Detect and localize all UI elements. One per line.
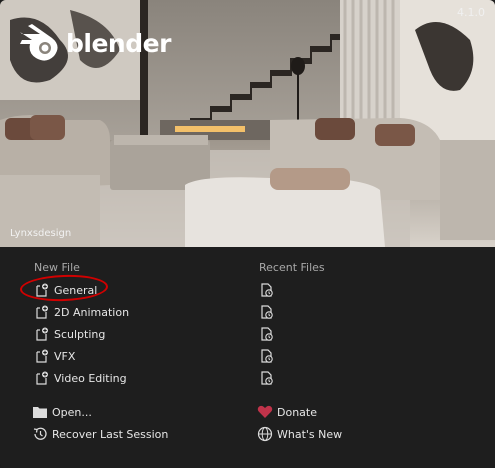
- recent-files-column: Recent Files: [259, 261, 325, 389]
- new-file-video-editing[interactable]: Video Editing: [34, 367, 129, 389]
- heart-icon: [257, 404, 273, 420]
- recent-file-item[interactable]: [259, 345, 325, 367]
- bottom-left-actions: Open... Recover Last Session: [32, 401, 168, 445]
- new-file-general[interactable]: General: [34, 279, 129, 301]
- new-file-icon: [34, 348, 50, 364]
- open-button[interactable]: Open...: [32, 401, 168, 423]
- new-file-vfx-label: VFX: [54, 349, 76, 363]
- bottom-right-actions: Donate What's New: [257, 401, 342, 445]
- recent-file-item[interactable]: [259, 367, 325, 389]
- blender-logo-icon: [20, 24, 58, 61]
- open-label: Open...: [52, 405, 92, 419]
- recent-file-item[interactable]: [259, 279, 325, 301]
- new-file-icon: [34, 304, 50, 320]
- splash-screen: blender 4.1.0 Lynxsdesign New File Gener…: [0, 0, 495, 468]
- version-label: 4.1.0: [457, 6, 485, 19]
- new-file-2d-animation[interactable]: 2D Animation: [34, 301, 129, 323]
- recover-last-session-button[interactable]: Recover Last Session: [32, 423, 168, 445]
- new-file-column: New File General 2D Animation Sculpting: [34, 261, 129, 389]
- recent-file-item[interactable]: [259, 323, 325, 345]
- recent-file-icon: [259, 370, 275, 386]
- splash-image: blender 4.1.0 Lynxsdesign: [0, 0, 495, 247]
- recent-file-icon: [259, 326, 275, 342]
- splash-panel: New File General 2D Animation Sculpting: [0, 247, 495, 468]
- blender-wordmark: blender: [66, 28, 171, 58]
- new-file-sculpting-label: Sculpting: [54, 327, 106, 341]
- new-file-2d-animation-label: 2D Animation: [54, 305, 130, 319]
- recover-icon: [32, 426, 48, 442]
- recent-file-icon: [259, 348, 275, 364]
- recent-file-item[interactable]: [259, 301, 325, 323]
- recent-files-title: Recent Files: [259, 261, 325, 274]
- recent-file-icon: [259, 304, 275, 320]
- folder-icon: [32, 404, 48, 420]
- globe-icon: [257, 426, 273, 442]
- new-file-icon: [34, 282, 50, 298]
- new-file-title: New File: [34, 261, 80, 274]
- donate-label: Donate: [277, 405, 317, 419]
- new-file-icon: [34, 370, 50, 386]
- new-file-sculpting[interactable]: Sculpting: [34, 323, 129, 345]
- blender-logo: blender: [18, 24, 171, 62]
- new-file-icon: [34, 326, 50, 342]
- new-file-general-label: General: [54, 283, 98, 297]
- artwork-credit: Lynxsdesign: [10, 228, 72, 239]
- whats-new-button[interactable]: What's New: [257, 423, 342, 445]
- donate-button[interactable]: Donate: [257, 401, 342, 423]
- whats-new-label: What's New: [277, 427, 343, 441]
- recover-last-session-label: Recover Last Session: [52, 427, 169, 441]
- new-file-vfx[interactable]: VFX: [34, 345, 129, 367]
- recent-file-icon: [259, 282, 275, 298]
- new-file-video-editing-label: Video Editing: [54, 371, 127, 385]
